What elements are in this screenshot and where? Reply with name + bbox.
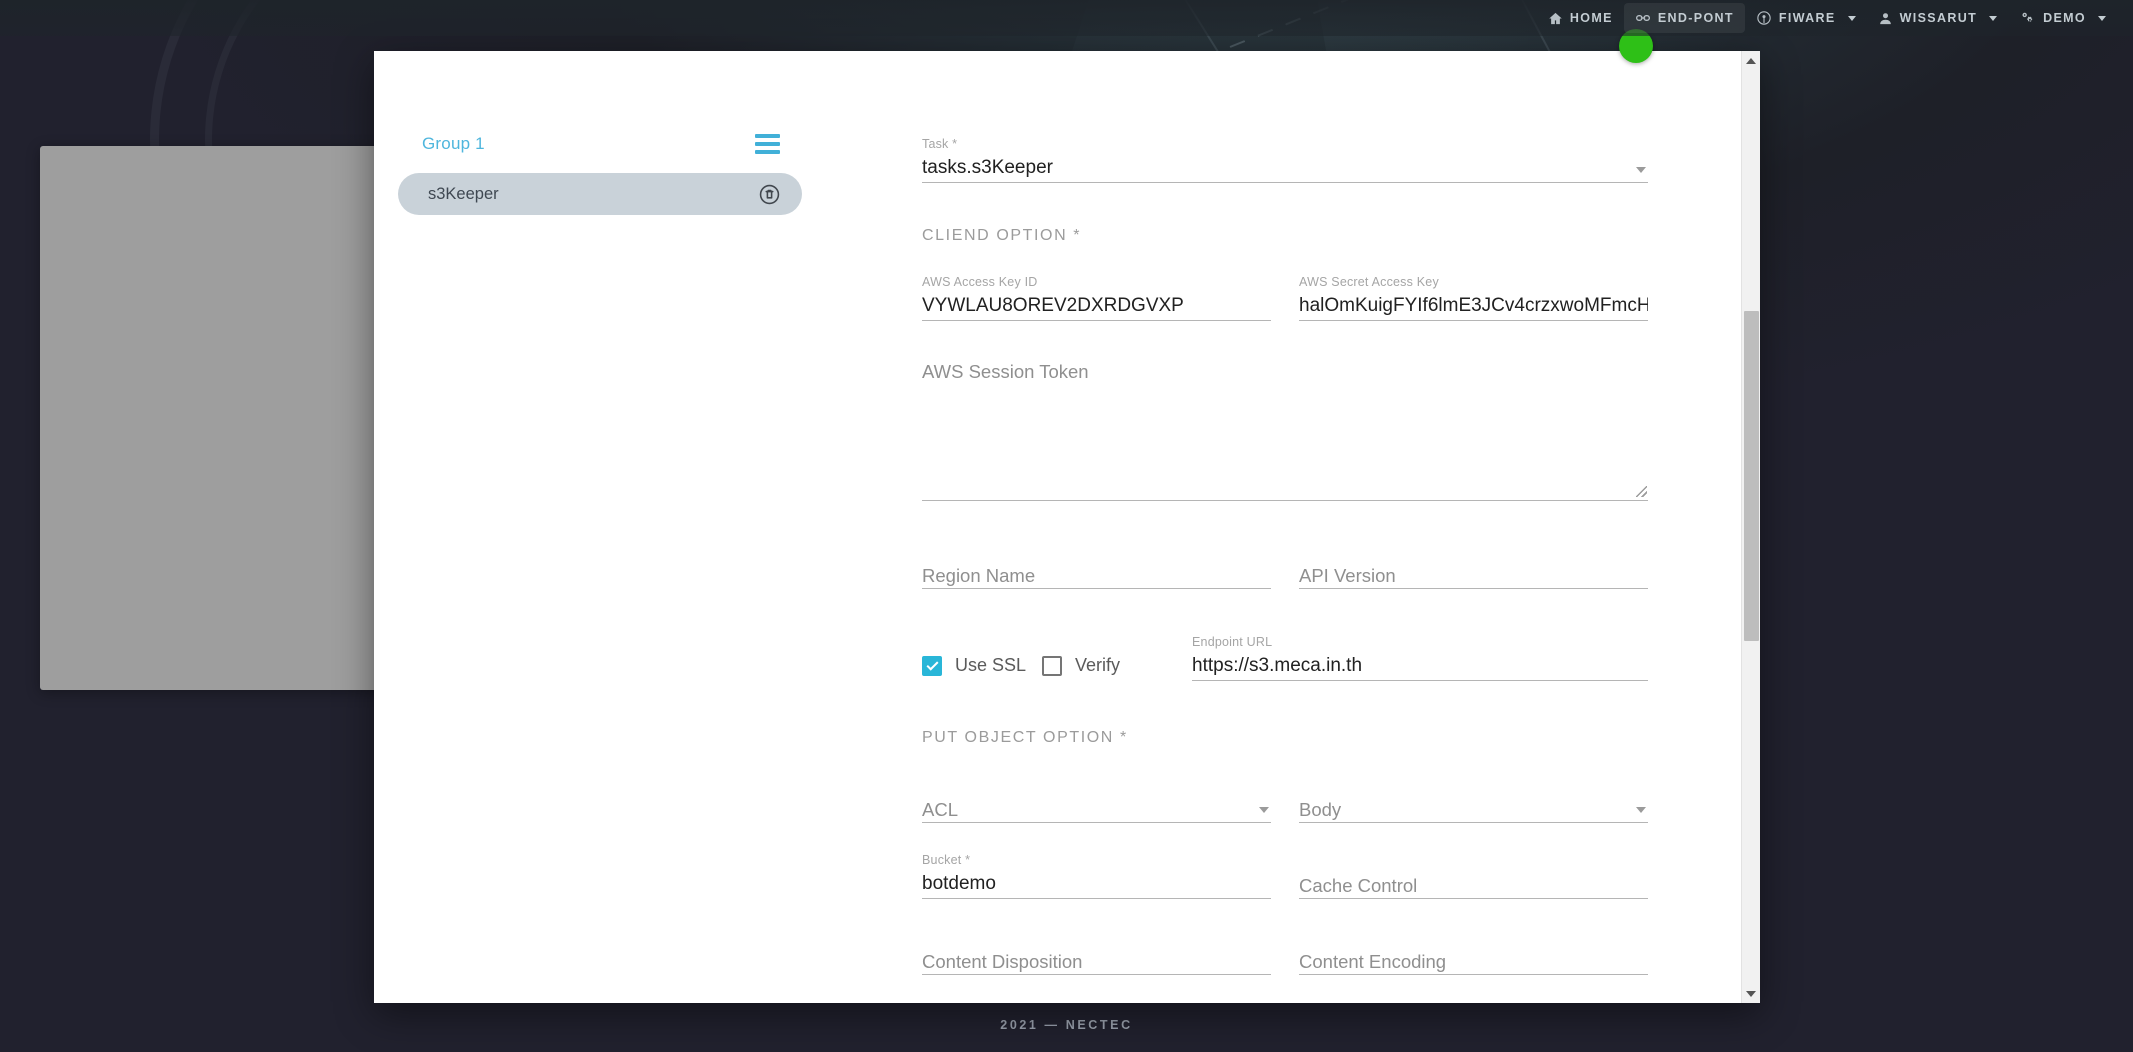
group-title: Group 1 <box>422 134 485 153</box>
client-option-heading: CLIEND OPTION * <box>922 227 1082 244</box>
acl-select-field[interactable]: ACL <box>922 777 1271 823</box>
nav-item-wissarut[interactable]: WISSARUT <box>1867 3 2008 33</box>
task-select-field[interactable]: Task * tasks.s3Keeper <box>922 137 1648 183</box>
use-ssl-label: Use SSL <box>955 655 1027 675</box>
scrollbar-thumb[interactable] <box>1744 311 1759 641</box>
user-icon <box>1878 11 1893 26</box>
fiware-icon <box>1756 10 1772 26</box>
resize-handle-icon[interactable] <box>1636 486 1647 497</box>
cache-control-field[interactable]: Cache Control <box>1299 853 1648 899</box>
use-ssl-checkbox[interactable]: Use SSL <box>922 655 1042 681</box>
region-name-placeholder: Region Name <box>922 565 1036 586</box>
nav-item-fiware[interactable]: FIWARE <box>1745 3 1867 33</box>
aws-access-key-value: VYWLAU8OREV2DXRDGVXP <box>922 295 1184 316</box>
task-list-item-s3keeper[interactable]: s3Keeper <box>398 173 802 215</box>
content-encoding-field[interactable]: Content Encoding <box>1299 929 1648 975</box>
aws-secret-key-label: AWS Secret Access Key <box>1299 275 1439 289</box>
endpoint-url-label: Endpoint URL <box>1192 635 1273 649</box>
endpoint-form: Task * tasks.s3Keeper CLIEND OPTION * AW… <box>826 51 1760 1003</box>
footer-text: 2021 — NECTEC <box>1000 1018 1133 1032</box>
chevron-down-icon <box>1847 15 1856 21</box>
top-navigation-bar: HOME END-PONT FIWARE WISSARUT DEMO <box>0 0 2133 36</box>
home-icon <box>1548 11 1563 26</box>
chevron-down-icon <box>1989 15 1998 21</box>
ssl-endpoint-row: Use SSL Verify Endpoint URL https://s3.m… <box>922 635 1648 681</box>
task-field-label: Task * <box>922 137 958 151</box>
trash-icon[interactable] <box>759 184 780 205</box>
api-version-field[interactable]: API Version <box>1299 543 1648 589</box>
dialog-scrollbar[interactable] <box>1741 51 1760 1003</box>
put-object-option-heading: PUT OBJECT OPTION * <box>922 729 1128 746</box>
task-item-label: s3Keeper <box>428 184 499 203</box>
nav-item-label: FIWARE <box>1778 11 1836 25</box>
content-row: Content Disposition Content Encoding <box>922 929 1648 975</box>
verify-label: Verify <box>1075 655 1121 675</box>
content-encoding-placeholder: Content Encoding <box>1299 951 1447 972</box>
endpoint-url-value: https://s3.meca.in.th <box>1192 655 1363 676</box>
hamburger-icon[interactable] <box>755 134 780 154</box>
aws-session-token-placeholder: AWS Session Token <box>922 361 1089 382</box>
aws-secret-key-field[interactable]: AWS Secret Access Key halOmKuigFYIf6lmE3… <box>1299 275 1648 321</box>
scroll-up-arrow[interactable] <box>1742 52 1760 69</box>
chevron-down-icon <box>1636 167 1646 173</box>
nav-item-endpoint[interactable]: END-PONT <box>1623 3 1745 33</box>
settings-icon <box>2019 10 2036 27</box>
verify-checkbox[interactable]: Verify <box>1042 655 1192 681</box>
page-footer: 2021 — NECTEC <box>0 998 2133 1052</box>
bucket-label: Bucket * <box>922 853 971 867</box>
bucket-field[interactable]: Bucket * botdemo <box>922 853 1271 899</box>
scroll-down-arrow[interactable] <box>1742 985 1760 1002</box>
link-icon <box>1635 10 1651 26</box>
body-placeholder: Body <box>1299 799 1342 820</box>
region-api-row: Region Name API Version <box>922 543 1648 589</box>
endpoint-config-dialog: Group 1 s3Keeper Task * tasks.s3Keeper C… <box>374 51 1760 1003</box>
bucket-value: botdemo <box>922 873 996 894</box>
aws-access-key-field[interactable]: AWS Access Key ID VYWLAU8OREV2DXRDGVXP <box>922 275 1271 321</box>
bucket-cache-row: Bucket * botdemo Cache Control <box>922 853 1648 899</box>
nav-item-label: END-PONT <box>1657 11 1734 25</box>
nav-item-label: DEMO <box>2043 11 2086 25</box>
chevron-down-icon <box>1259 807 1269 813</box>
aws-session-token-textarea[interactable]: AWS Session Token <box>922 361 1648 501</box>
checkbox-unchecked-icon <box>1042 655 1062 676</box>
content-disposition-field[interactable]: Content Disposition <box>922 929 1271 975</box>
nav-item-label: HOME <box>1569 11 1613 25</box>
acl-body-row: ACL Body <box>922 777 1648 823</box>
aws-access-key-label: AWS Access Key ID <box>922 275 1038 289</box>
nav-item-label: WISSARUT <box>1899 11 1978 25</box>
body-select-field[interactable]: Body <box>1299 777 1648 823</box>
content-disposition-placeholder: Content Disposition <box>922 951 1083 972</box>
acl-placeholder: ACL <box>922 799 958 820</box>
chevron-down-icon <box>2098 15 2106 21</box>
task-field-value: tasks.s3Keeper <box>922 157 1053 178</box>
endpoint-url-field[interactable]: Endpoint URL https://s3.meca.in.th <box>1192 635 1648 681</box>
checkbox-checked-icon <box>922 655 942 676</box>
region-name-field[interactable]: Region Name <box>922 543 1271 589</box>
nav-item-home[interactable]: HOME <box>1537 3 1624 33</box>
cache-control-placeholder: Cache Control <box>1299 875 1418 896</box>
credentials-row: AWS Access Key ID VYWLAU8OREV2DXRDGVXP A… <box>922 275 1648 321</box>
nav-item-demo[interactable]: DEMO <box>2008 3 2117 33</box>
aws-secret-key-value: halOmKuigFYIf6lmE3JCv4crzxwoMFmcHV1BEArE <box>1299 295 1648 316</box>
task-group-panel: Group 1 s3Keeper <box>374 51 826 1003</box>
api-version-placeholder: API Version <box>1299 565 1396 586</box>
chevron-down-icon <box>1636 807 1646 813</box>
group-header: Group 1 <box>398 131 802 157</box>
